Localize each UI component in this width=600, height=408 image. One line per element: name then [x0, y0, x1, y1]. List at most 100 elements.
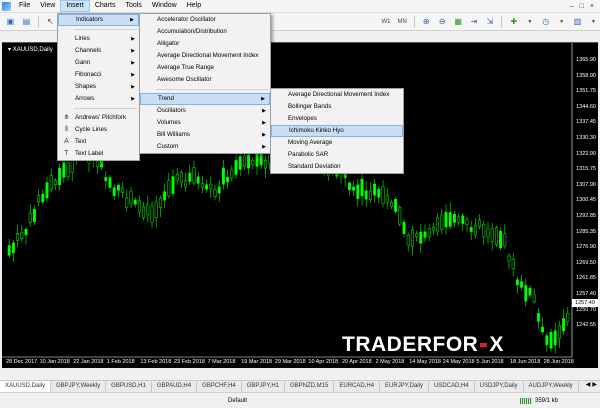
menu-item-text-label[interactable]: T Text Label	[58, 148, 139, 160]
candle-body	[263, 159, 267, 169]
menu-item-label: Bollinger Bands	[288, 103, 332, 110]
menu-item-ichimoku[interactable]: Ichimoku Kinko Hyo	[271, 125, 403, 137]
watermark-dash	[480, 343, 488, 347]
date-axis-label: 7 Mar 2018	[207, 359, 236, 365]
menu-item-fibonacci[interactable]: Fibonacci ▶	[58, 69, 139, 81]
menu-item-shapes[interactable]: Shapes ▶	[58, 81, 139, 93]
chart-tab[interactable]: USDCAD,H4	[429, 381, 475, 392]
chart-tab[interactable]: GBPAUD,H4	[152, 381, 198, 392]
menu-item-label: Gann	[75, 59, 91, 66]
menu-item-alligator[interactable]: Alligator	[140, 38, 270, 50]
menu-item-average-true-range[interactable]: Average True Range	[140, 62, 270, 74]
zoom-out-icon[interactable]: ⊖	[436, 15, 449, 28]
menu-item-lines[interactable]: Lines ▶	[58, 33, 139, 45]
menu-charts[interactable]: Charts	[90, 0, 121, 12]
candle-body	[423, 231, 427, 238]
menu-insert[interactable]: Insert	[60, 0, 90, 12]
menu-item-standard-deviation[interactable]: Standard Deviation	[271, 161, 403, 173]
menu-help[interactable]: Help	[182, 0, 206, 12]
candle-body	[7, 245, 11, 256]
candle-body	[457, 216, 461, 223]
close-icon[interactable]: ×	[590, 3, 594, 10]
menu-tools[interactable]: Tools	[120, 0, 146, 12]
timeframe-w1[interactable]: W1	[379, 16, 392, 28]
timeframe-mn[interactable]: MN	[395, 16, 408, 28]
menu-item-moving-average[interactable]: Moving Average	[271, 137, 403, 149]
chart-tab[interactable]: USDJPY,Daily	[475, 381, 524, 392]
zoom-in-icon[interactable]: ⊕	[420, 15, 433, 28]
candle-body	[230, 169, 234, 179]
chart-title: ▾ XAUUSD,Daily	[8, 46, 53, 53]
restore-icon[interactable]: □	[580, 3, 584, 10]
date-axis-label: 29 Mar 2018	[274, 359, 306, 365]
candle-body	[536, 313, 540, 322]
menu-item-accelerator-oscillator[interactable]: Accelerator Oscillator	[140, 14, 270, 26]
templates-icon[interactable]: ▥	[571, 15, 584, 28]
menu-item-label: Indicators	[76, 16, 103, 23]
chart-tab[interactable]: XAUUSD,Daily	[0, 381, 52, 392]
menu-item-parabolic-sar[interactable]: Parabolic SAR	[271, 149, 403, 161]
profiles-icon[interactable]: ▤	[20, 15, 33, 28]
menu-item-bollinger-bands[interactable]: Bollinger Bands	[271, 101, 403, 113]
tab-nav: ◀ ▶	[583, 381, 600, 392]
chart-tab[interactable]: GBPJPY,H1	[242, 381, 286, 392]
menu-item-volumes[interactable]: Volumes ▶	[140, 117, 270, 129]
periodicity-icon[interactable]: ◷	[539, 15, 552, 28]
menu-item-text[interactable]: A Text	[58, 136, 139, 148]
date-axis-label: 23 Feb 2018	[174, 359, 205, 365]
candle-body	[511, 258, 515, 270]
candle-body	[167, 180, 171, 197]
chevron-left-icon[interactable]: ◀	[586, 381, 591, 392]
menu-item-label: Awesome Oscillator	[157, 76, 212, 83]
menu-item-indicators[interactable]: Indicators ▶	[58, 14, 139, 26]
new-chart-icon[interactable]: ▣	[4, 15, 17, 28]
tile-windows-icon[interactable]: ▦	[452, 15, 465, 28]
menu-item-trend[interactable]: Trend ▶	[140, 93, 270, 105]
menu-item-gann[interactable]: Gann ▶	[58, 57, 139, 69]
cursor-icon[interactable]: ↖	[44, 15, 57, 28]
price-axis-label: 1292.85	[576, 213, 596, 219]
menu-item-admi[interactable]: Average Directional Movement Index	[140, 50, 270, 62]
chevron-right-icon[interactable]: ▶	[592, 381, 597, 392]
menu-item-channels[interactable]: Channels ▶	[58, 45, 139, 57]
menu-item-label: Average True Range	[157, 64, 214, 71]
minimize-icon[interactable]: –	[570, 3, 574, 10]
chart-tab[interactable]: GBPNZD,M15	[285, 381, 335, 392]
auto-scroll-icon[interactable]: ⇲	[483, 15, 496, 28]
menu-window[interactable]: Window	[147, 0, 182, 12]
menu-item-accumulation-distribution[interactable]: Accumulation/Distribution	[140, 26, 270, 38]
chevron-down-icon[interactable]: ▼	[523, 15, 536, 28]
chart-tab[interactable]: EURCAD,H4	[334, 381, 381, 392]
chart-tab[interactable]: GBPJPY,Weekly	[51, 381, 107, 392]
price-axis-label: 1315.75	[576, 166, 596, 173]
chart-menu-icon[interactable]: ▾	[8, 47, 11, 53]
chevron-down-icon[interactable]: ▼	[587, 15, 600, 28]
menu-item-andrews-pitchfork[interactable]: ⋔ Andrews' Pitchfork	[58, 112, 139, 124]
add-indicator-icon[interactable]: ✚	[507, 15, 520, 28]
chart-tab[interactable]: GBPCHF,H4	[197, 381, 242, 392]
chart-tab[interactable]: AUDJPY,Weekly	[524, 381, 579, 392]
chart-tab[interactable]: GBPUSD,H1	[106, 381, 152, 392]
candle-body	[532, 294, 536, 302]
chart-tab[interactable]: EURJPY,Daily	[380, 381, 429, 392]
candle-body	[553, 330, 557, 346]
candle-body	[520, 281, 524, 288]
menu-item-trend-admi[interactable]: Average Directional Movement Index	[271, 89, 403, 101]
candle-body	[133, 199, 137, 205]
menu-item-arrows[interactable]: Arrows ▶	[58, 93, 139, 105]
candle-body	[394, 199, 398, 212]
menu-file[interactable]: File	[14, 0, 35, 12]
date-axis-label: 18 Jun 2018	[510, 359, 541, 365]
menu-item-awesome-oscillator[interactable]: Awesome Oscillator	[140, 74, 270, 86]
menu-item-cycle-lines[interactable]: ⦀ Cycle Lines	[58, 124, 139, 136]
candle-body	[20, 232, 24, 239]
chevron-down-icon[interactable]: ▼	[555, 15, 568, 28]
candle-body	[381, 186, 385, 204]
submenu-arrow-icon: ▶	[131, 96, 135, 102]
menu-view[interactable]: View	[35, 0, 60, 12]
chart-shift-icon[interactable]: ⇥	[468, 15, 481, 28]
menu-item-custom[interactable]: Custom ▶	[140, 141, 270, 153]
menu-item-oscillators[interactable]: Oscillators ▶	[140, 105, 270, 117]
menu-item-envelopes[interactable]: Envelopes	[271, 113, 403, 125]
menu-item-bill-williams[interactable]: Bill Williams ▶	[140, 129, 270, 141]
